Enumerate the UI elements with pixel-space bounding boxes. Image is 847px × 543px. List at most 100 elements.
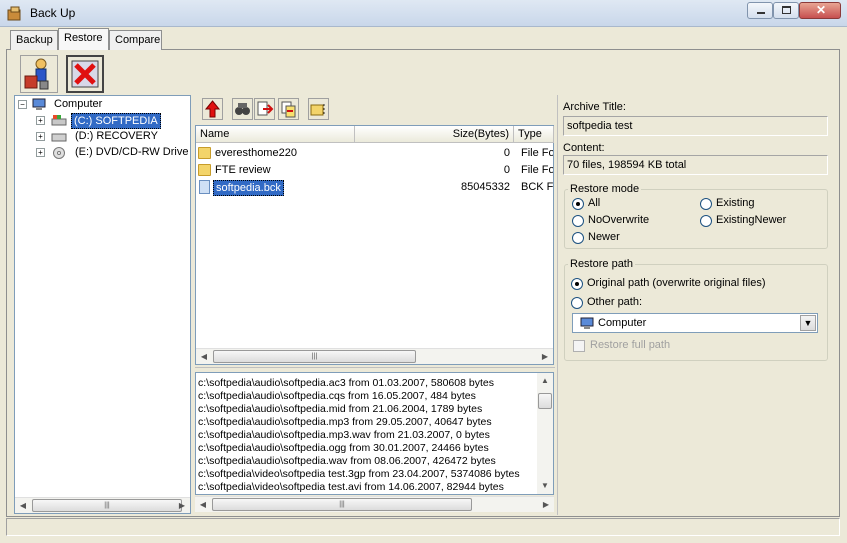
- file-name: FTE review: [215, 164, 271, 176]
- radio-nooverwrite[interactable]: [572, 215, 584, 227]
- title-bar: [0, 0, 847, 27]
- log-line: c:\softpedia\video\softpedia test.avi fr…: [198, 481, 504, 493]
- status-bar: [6, 518, 840, 536]
- other-path-dropdown[interactable]: Computer ▼: [572, 313, 818, 333]
- file-arrow-icon: [257, 101, 274, 116]
- cancel-button[interactable]: [66, 55, 104, 93]
- content-field: 70 files, 198594 KB total: [563, 155, 828, 175]
- archive-title-field: softpedia test: [563, 116, 828, 136]
- scroll-thumb[interactable]: |||: [212, 498, 472, 511]
- panel-divider: [557, 95, 558, 515]
- minimize-icon: [757, 12, 765, 14]
- file-type: File Folder: [521, 147, 553, 159]
- restore-mode-label: Restore mode: [568, 183, 642, 195]
- file-toolbar: [196, 97, 556, 123]
- column-header-type[interactable]: Type: [514, 126, 554, 143]
- drive-c-icon: [51, 115, 67, 126]
- chevron-down-icon[interactable]: ▼: [800, 315, 816, 331]
- minimize-button[interactable]: [747, 2, 773, 19]
- tree-item-drive-d[interactable]: (D:) RECOVERY: [75, 130, 158, 142]
- extract-button[interactable]: [254, 98, 275, 120]
- radio-all-label[interactable]: All: [588, 197, 600, 209]
- search-button[interactable]: [232, 98, 253, 120]
- scroll-right-icon[interactable]: ▶: [537, 349, 553, 365]
- expand-icon[interactable]: +: [36, 132, 45, 141]
- scroll-left-icon[interactable]: ◀: [195, 497, 211, 513]
- log-vscrollbar[interactable]: ▲ ▼: [537, 373, 553, 494]
- scroll-right-icon[interactable]: ▶: [538, 497, 554, 513]
- file-list[interactable]: Name Size(Bytes) Type everesthome220 0 F…: [195, 125, 554, 365]
- folder-icon: [198, 147, 211, 159]
- scroll-down-icon[interactable]: ▼: [537, 478, 553, 494]
- folder-properties-button[interactable]: [308, 98, 329, 120]
- scroll-thumb[interactable]: |||: [32, 499, 182, 512]
- radio-existingnewer-label[interactable]: ExistingNewer: [716, 214, 786, 226]
- tree-item-drive-c[interactable]: (C:) SOFTPEDIA: [71, 113, 161, 129]
- log-line: c:\softpedia\audio\softpedia.mid from 21…: [198, 403, 483, 415]
- copy-button[interactable]: [278, 98, 299, 120]
- maximize-button[interactable]: [773, 2, 799, 19]
- radio-existing-label[interactable]: Existing: [716, 197, 755, 209]
- tab-restore[interactable]: Restore: [58, 28, 109, 50]
- scroll-left-icon[interactable]: ◀: [15, 498, 31, 514]
- radio-original-path-label[interactable]: Original path (overwrite original files): [587, 277, 766, 289]
- log-list[interactable]: c:\softpedia\audio\softpedia.ac3 from 01…: [195, 372, 554, 495]
- archive-title-label: Archive Title:: [563, 101, 626, 113]
- tree-item-drive-e[interactable]: (E:) DVD/CD-RW Drive: [75, 146, 188, 158]
- radio-other-path[interactable]: [571, 297, 583, 309]
- log-line: c:\softpedia\audio\softpedia.cqs from 16…: [198, 390, 476, 402]
- folder-list-icon: [310, 104, 325, 116]
- copy-icon: [281, 101, 296, 118]
- file-row[interactable]: everesthome220 0 File Folder: [196, 145, 553, 162]
- radio-all[interactable]: [572, 198, 584, 210]
- computer-icon: [32, 98, 46, 110]
- filelist-hscrollbar[interactable]: ◀ ||| ▶: [196, 348, 553, 364]
- log-hscrollbar[interactable]: ◀ ||| ▶: [195, 496, 554, 512]
- restore-button[interactable]: [20, 55, 58, 93]
- app-icon: [7, 6, 21, 21]
- log-line: c:\softpedia\video\softpedia test.3gp fr…: [198, 468, 520, 480]
- radio-nooverwrite-label[interactable]: NoOverwrite: [588, 214, 649, 226]
- tree-item-computer[interactable]: Computer: [54, 98, 102, 110]
- scroll-thumb[interactable]: [538, 393, 552, 409]
- splitter[interactable]: [195, 367, 555, 371]
- scroll-thumb[interactable]: |||: [213, 350, 416, 363]
- computer-icon: [580, 317, 594, 329]
- content-label: Content:: [563, 142, 605, 154]
- radio-existing[interactable]: [700, 198, 712, 210]
- file-row[interactable]: FTE review 0 File Folder: [196, 162, 553, 179]
- restore-full-path-label[interactable]: Restore full path: [590, 339, 670, 351]
- maximize-icon: [782, 6, 791, 14]
- radio-other-path-label[interactable]: Other path:: [587, 296, 642, 308]
- window-title: Back Up: [30, 6, 76, 20]
- column-header-name[interactable]: Name: [196, 126, 355, 143]
- log-line: c:\softpedia\audio\softpedia.ogg from 30…: [198, 442, 489, 454]
- restore-full-path-checkbox[interactable]: [573, 340, 585, 352]
- cancel-x-icon: [71, 60, 99, 88]
- expand-icon[interactable]: +: [36, 148, 45, 157]
- folder-tree[interactable]: − Computer + (C:) SOFTPEDIA + (D:) RECOV…: [14, 95, 191, 514]
- file-size: 0: [503, 147, 510, 159]
- radio-newer-label[interactable]: Newer: [588, 231, 620, 243]
- close-button[interactable]: ✕: [799, 2, 841, 19]
- radio-original-path[interactable]: [571, 278, 583, 290]
- up-folder-button[interactable]: [202, 98, 223, 120]
- scroll-left-icon[interactable]: ◀: [196, 349, 212, 365]
- backup-file-icon: [199, 180, 210, 194]
- tab-backup[interactable]: Backup: [10, 30, 58, 50]
- file-row[interactable]: softpedia.bck 85045332 BCK File: [196, 179, 553, 196]
- tree-hscrollbar[interactable]: ◀ ||| ▶: [15, 497, 190, 513]
- column-header-size[interactable]: Size(Bytes): [355, 126, 514, 143]
- radio-newer[interactable]: [572, 232, 584, 244]
- expand-icon[interactable]: +: [36, 116, 45, 125]
- folder-icon: [198, 164, 211, 176]
- collapse-icon[interactable]: −: [18, 100, 27, 109]
- tab-compare[interactable]: Compare: [109, 30, 162, 50]
- file-size: 0: [503, 164, 510, 176]
- radio-existingnewer[interactable]: [700, 215, 712, 227]
- scroll-up-icon[interactable]: ▲: [537, 373, 553, 389]
- scroll-right-icon[interactable]: ▶: [174, 498, 190, 514]
- file-type: BCK File: [521, 181, 553, 193]
- file-type: File Folder: [521, 164, 553, 176]
- file-name: everesthome220: [215, 147, 297, 159]
